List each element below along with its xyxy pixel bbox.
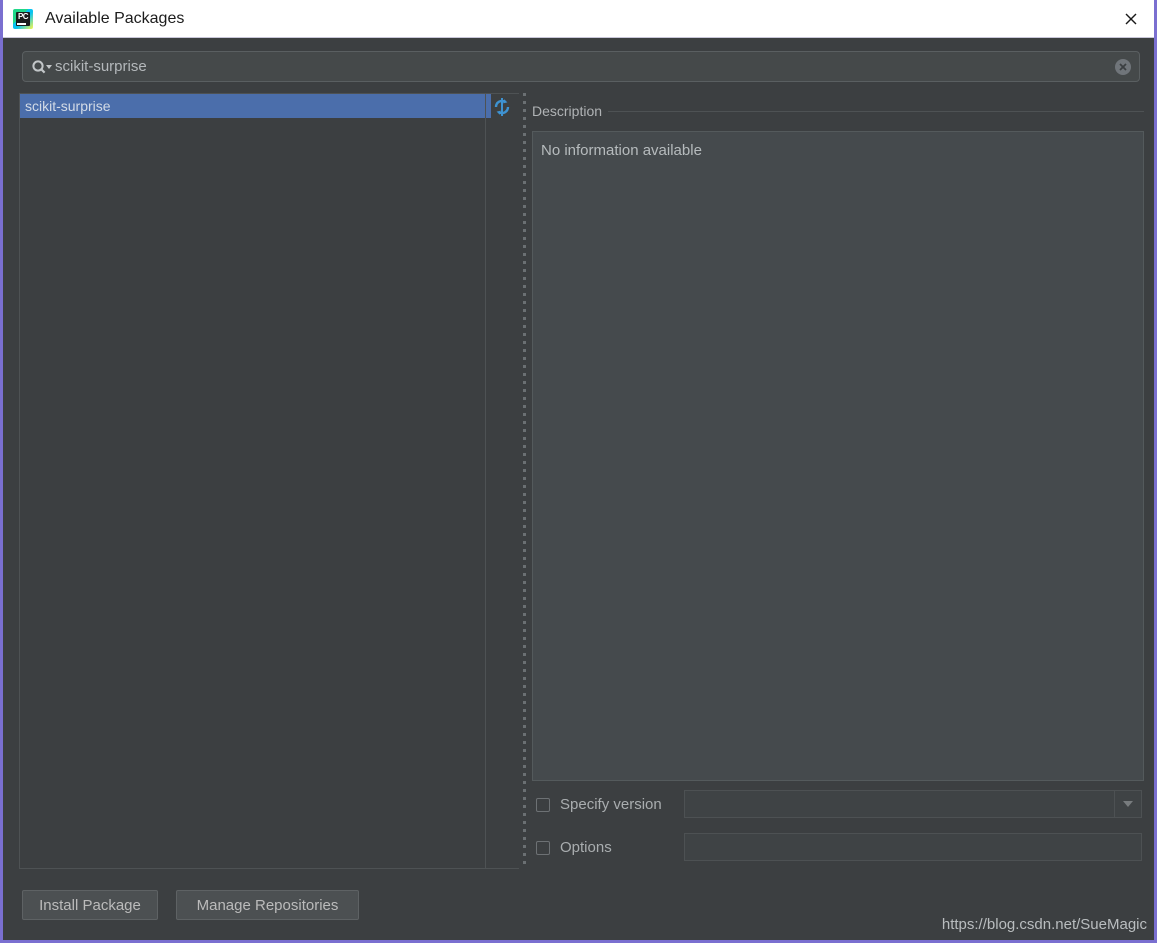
description-text: No information available [541, 142, 702, 159]
manage-repositories-button[interactable]: Manage Repositories [176, 890, 359, 920]
description-header: Description [532, 101, 1144, 121]
watermark: https://blog.csdn.net/SueMagic [941, 916, 1147, 933]
package-list[interactable]: scikit-surprise [19, 93, 519, 869]
clear-icon[interactable] [1114, 58, 1132, 76]
page-title: Available Packages [45, 9, 185, 27]
options-input[interactable] [684, 833, 1142, 861]
splitter-grip [523, 93, 526, 869]
panel-splitter[interactable] [521, 93, 529, 869]
chevron-down-icon[interactable] [1114, 791, 1141, 817]
pycharm-icon: PC [13, 8, 33, 29]
refresh-icon[interactable] [492, 97, 512, 117]
description-rule [608, 110, 1144, 112]
search-value: scikit-surprise [55, 58, 147, 75]
version-combobox-value[interactable] [685, 791, 1114, 817]
specify-version-label: Specify version [560, 796, 662, 813]
install-package-button[interactable]: Install Package [22, 890, 158, 920]
options-checkbox[interactable] [536, 840, 550, 855]
close-icon[interactable] [1108, 0, 1154, 37]
list-panel-divider [485, 93, 486, 869]
description-label: Description [532, 103, 603, 119]
pycharm-icon-bar [17, 22, 26, 25]
specify-version-checkbox[interactable] [536, 797, 550, 812]
options-label: Options [560, 839, 612, 856]
description-panel: No information available [532, 131, 1144, 781]
available-packages-dialog: PC Available Packages scikit-surprise sc… [0, 0, 1157, 943]
search-row: scikit-surprise [22, 51, 1140, 82]
version-combobox[interactable] [684, 790, 1142, 818]
title-bar: PC Available Packages [3, 0, 1154, 38]
search-input[interactable]: scikit-surprise [22, 51, 1140, 82]
list-item[interactable]: scikit-surprise [20, 94, 491, 118]
search-icon[interactable] [31, 59, 53, 75]
